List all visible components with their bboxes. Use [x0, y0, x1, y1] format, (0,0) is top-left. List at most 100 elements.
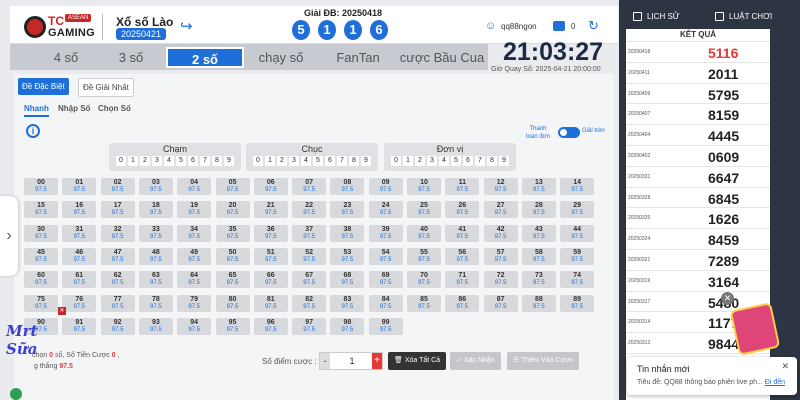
number-cell[interactable]: 74 97.5 — [560, 271, 595, 289]
digit-chip[interactable]: 3 — [152, 156, 162, 166]
info-icon[interactable]: i — [26, 124, 40, 138]
digit-chip[interactable]: 9 — [361, 156, 371, 166]
number-cell[interactable]: 72 97.5 — [483, 271, 518, 289]
number-cell[interactable]: 82 97.5 — [292, 294, 327, 312]
number-cell[interactable]: 73 97.5 — [521, 271, 556, 289]
number-cell[interactable]: 32 97.5 — [100, 224, 135, 242]
number-cell[interactable]: 58 97.5 — [521, 247, 556, 265]
number-cell[interactable]: 67 97.5 — [292, 271, 327, 289]
number-cell[interactable]: 49 97.5 — [177, 247, 212, 265]
number-cell[interactable]: 61 97.5 — [62, 271, 97, 289]
tab-chay-so[interactable]: chạy số — [244, 47, 318, 68]
number-cell[interactable]: 28 97.5 — [521, 201, 556, 219]
number-cell[interactable]: 81 97.5 — [253, 294, 288, 312]
digit-chip[interactable]: 4 — [439, 156, 449, 166]
digit-chip[interactable]: 6 — [463, 156, 473, 166]
number-cell[interactable]: 87 97.5 — [483, 294, 518, 312]
digit-chip[interactable]: 9 — [224, 156, 234, 166]
digit-chip[interactable]: 0 — [391, 156, 401, 166]
refresh-icon[interactable]: ↻ — [588, 18, 599, 34]
tab-bau-cua[interactable]: cược Bầu Cua — [398, 47, 486, 68]
number-cell[interactable]: 63 97.5 — [138, 271, 173, 289]
digit-chip[interactable]: 5 — [176, 156, 186, 166]
number-cell[interactable]: 80 97.5 — [215, 294, 250, 312]
number-cell[interactable]: 79 97.5 — [177, 294, 212, 312]
number-cell[interactable]: 99 97.5 — [368, 317, 403, 335]
add-to-bet-button[interactable]: ☰ Thêm Vào Cược — [507, 352, 580, 370]
number-cell[interactable]: 03 97.5 — [138, 178, 173, 195]
digit-chip[interactable]: 2 — [277, 156, 287, 166]
mode-tab-nhanh[interactable]: Nhanh — [24, 104, 49, 117]
tab-rules[interactable]: LUẬT CHƠI — [729, 12, 772, 21]
side-drawer-handle[interactable]: › — [0, 196, 18, 276]
number-cell[interactable]: 34 97.5 — [177, 224, 212, 242]
number-cell[interactable]: 56 97.5 — [445, 247, 480, 265]
number-cell[interactable]: 22 97.5 — [292, 201, 327, 219]
number-cell[interactable]: 17 97.5 — [100, 201, 135, 219]
number-cell[interactable]: 45 97.5 — [24, 247, 58, 265]
number-cell[interactable]: 23 97.5 — [330, 201, 365, 219]
number-cell[interactable]: 21 97.5 — [253, 201, 288, 219]
number-cell[interactable]: 64 97.5 — [177, 271, 212, 289]
number-cell[interactable]: 57 97.5 — [483, 247, 518, 265]
number-cell[interactable]: 98 97.5 — [330, 317, 365, 335]
number-cell[interactable]: 52 97.5 — [292, 247, 327, 265]
points-input[interactable]: 1 — [332, 353, 372, 369]
tab-fantan[interactable]: FanTan — [318, 47, 398, 68]
number-cell[interactable]: 51 97.5 — [253, 247, 288, 265]
number-cell[interactable]: 60 97.5 — [24, 271, 58, 289]
mode-tab-nhap-so[interactable]: Nhập Số — [58, 104, 90, 113]
number-cell[interactable]: 31 97.5 — [62, 224, 97, 242]
mascot-logo[interactable]: Mrt Sữa — [6, 322, 48, 358]
digit-chip[interactable]: 2 — [415, 156, 425, 166]
digit-chip[interactable]: 0 — [253, 156, 263, 166]
number-cell[interactable]: 95 97.5 — [215, 317, 250, 335]
number-cell[interactable]: 04 97.5 — [177, 178, 212, 195]
number-cell[interactable]: 93 97.5 — [138, 317, 173, 335]
number-cell[interactable]: 00 97.5 — [24, 178, 58, 195]
notification-close-icon[interactable]: ✕ — [781, 361, 789, 372]
number-cell[interactable]: 29 97.5 — [560, 201, 595, 219]
digit-chip[interactable]: 6 — [188, 156, 198, 166]
number-cell[interactable]: 39 97.5 — [368, 224, 403, 242]
number-cell[interactable]: 33 97.5 — [138, 224, 173, 242]
number-cell[interactable]: 10 97.5 — [407, 178, 441, 195]
number-cell[interactable]: 15 97.5 — [24, 201, 58, 219]
number-cell[interactable]: 44 97.5 — [560, 224, 595, 242]
digit-chip[interactable]: 5 — [451, 156, 461, 166]
number-cell[interactable]: 83 97.5 — [330, 294, 365, 312]
number-cell[interactable]: 96 97.5 — [253, 317, 288, 335]
digit-chip[interactable]: 7 — [337, 156, 347, 166]
number-cell[interactable]: 16 97.5 — [62, 201, 97, 219]
number-cell[interactable]: 71 97.5 — [445, 271, 480, 289]
mode-tab-chon-so[interactable]: Chọn Số — [98, 104, 131, 113]
digit-chip[interactable]: 8 — [349, 156, 359, 166]
number-cell[interactable]: 19 97.5 — [177, 201, 212, 219]
number-cell[interactable]: 25 97.5 — [407, 201, 441, 219]
exit-icon[interactable]: ↪ — [180, 19, 196, 34]
digit-chip[interactable]: 4 — [301, 156, 311, 166]
digit-chip[interactable]: 8 — [487, 156, 497, 166]
number-cell[interactable]: 26 97.5 — [445, 201, 480, 219]
notification-toast[interactable]: Tin nhắn mới ✕ Tiêu đề: QQ88 thông báo p… — [627, 357, 797, 395]
number-cell[interactable]: 13 97.5 — [521, 178, 556, 195]
number-cell[interactable]: 50 97.5 — [215, 247, 250, 265]
number-cell[interactable]: 78 97.5 — [138, 294, 173, 312]
number-cell[interactable]: 27 97.5 — [483, 201, 518, 219]
number-cell[interactable]: 02 97.5 — [100, 178, 135, 195]
number-cell[interactable]: 70 97.5 — [407, 271, 441, 289]
number-cell[interactable]: 91 97.5 — [62, 317, 97, 335]
number-cell[interactable]: 05 97.5 — [215, 178, 250, 195]
digit-chip[interactable]: 7 — [200, 156, 210, 166]
digit-chip[interactable]: 4 — [164, 156, 174, 166]
notification-link[interactable]: Đi đến — [765, 379, 785, 386]
increment-button[interactable]: + — [372, 353, 382, 369]
tab-3-so[interactable]: 3 số — [96, 47, 166, 68]
number-cell[interactable]: 62 97.5 — [100, 271, 135, 289]
digit-chip[interactable]: 5 — [313, 156, 323, 166]
payout-toggle[interactable] — [558, 127, 580, 138]
number-cell[interactable]: 12 97.5 — [483, 178, 518, 195]
digit-chip[interactable]: 8 — [212, 156, 222, 166]
number-cell[interactable]: 54 97.5 — [368, 247, 403, 265]
digit-chip[interactable]: 1 — [403, 156, 413, 166]
